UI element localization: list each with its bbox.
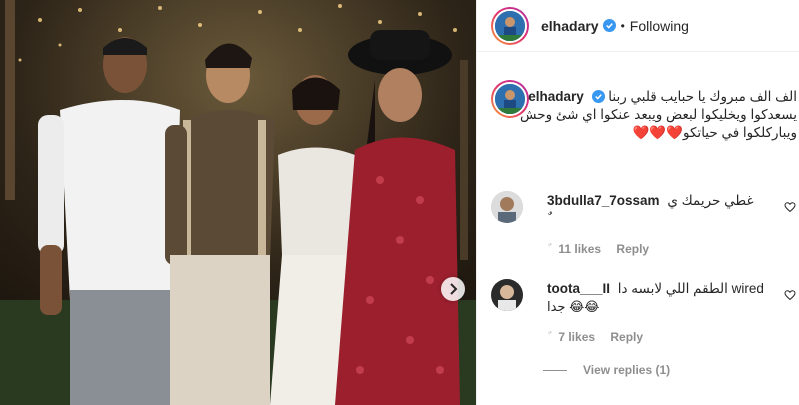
comment-username[interactable]: toota___II bbox=[547, 281, 610, 296]
avatar[interactable] bbox=[491, 191, 523, 223]
verified-badge-icon bbox=[602, 19, 616, 32]
verified-badge-icon bbox=[591, 90, 605, 103]
comment-meta: ٌ 7 likes Reply bbox=[547, 330, 655, 344]
post-username[interactable]: elhadary bbox=[541, 18, 599, 34]
reply-button[interactable]: Reply bbox=[616, 242, 649, 256]
avatar[interactable] bbox=[491, 279, 523, 311]
comment-likes[interactable]: 7 likes bbox=[558, 330, 595, 344]
comment-item: 3bdulla7_7ossam غطي حريمك ي ٌ ٌ 11 likes… bbox=[491, 191, 796, 261]
post-image bbox=[0, 0, 476, 405]
comment-text: الطقم اللي لابسه دا wired bbox=[617, 281, 764, 296]
reply-button[interactable]: Reply bbox=[610, 330, 643, 344]
chevron-right-icon bbox=[450, 283, 458, 295]
comment-username[interactable]: 3bdulla7_7ossam bbox=[547, 193, 660, 208]
post-side-panel: elhadary • Following الف الف مبروك يا حب… bbox=[476, 0, 799, 405]
comment-line: 3bdulla7_7ossam غطي حريمك ي bbox=[547, 193, 754, 209]
comment-text: غطي حريمك ي bbox=[667, 193, 754, 208]
view-replies-label: View replies (1) bbox=[583, 363, 671, 377]
caption-text: الف الف مبروك يا حبايب قلبي ربنا elhadar… bbox=[520, 88, 797, 142]
view-replies-button[interactable]: View replies (1) bbox=[543, 363, 670, 377]
caption-line-1: الف الف مبروك يا حبايب قلبي ربنا elhadar… bbox=[528, 89, 797, 104]
caption-line-3: ويباركلكوا في حياتكو❤️❤️❤️ bbox=[632, 125, 797, 140]
comment-meta: ٌ 11 likes Reply bbox=[547, 242, 661, 256]
following-button[interactable]: Following bbox=[630, 18, 689, 34]
comment-item: toota___II الطقم اللي لابسه دا wired جدا… bbox=[491, 279, 796, 349]
post-photo[interactable] bbox=[0, 0, 476, 405]
caption-username[interactable]: elhadary bbox=[528, 89, 584, 104]
story-ring[interactable] bbox=[491, 6, 529, 45]
comment-text-cont: جدا 😂😂 bbox=[547, 299, 600, 314]
heart-outline-icon[interactable] bbox=[784, 289, 796, 301]
post-header: elhadary • Following bbox=[477, 0, 799, 52]
comment-likes[interactable]: 11 likes bbox=[558, 242, 601, 256]
next-photo-button[interactable] bbox=[441, 277, 465, 301]
comment-line: toota___II الطقم اللي لابسه دا wired bbox=[547, 281, 764, 297]
caption-line-2: يسعدكوا ويخليكوا لبعض ويبعد عنكوا اي شئ … bbox=[520, 107, 797, 122]
avatar[interactable] bbox=[493, 8, 527, 43]
separator-dot: • bbox=[620, 18, 625, 33]
divider bbox=[543, 369, 567, 371]
heart-outline-icon[interactable] bbox=[784, 201, 796, 213]
